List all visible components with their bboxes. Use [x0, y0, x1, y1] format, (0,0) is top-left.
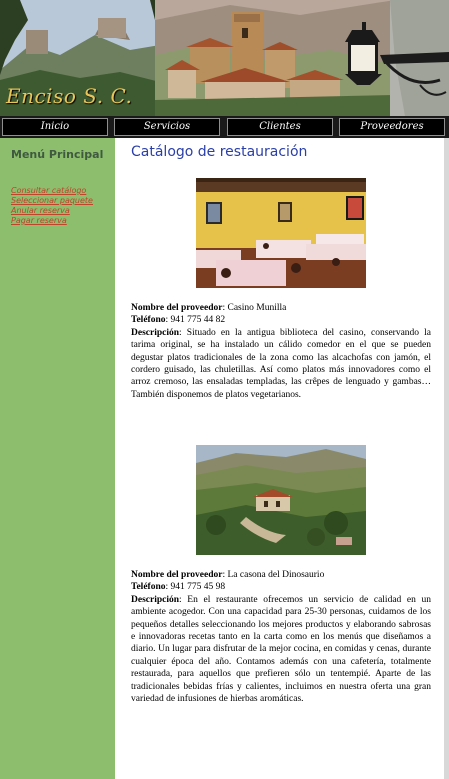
nav-item-proveedores[interactable]: Proveedores [339, 118, 445, 136]
provider-description: Situado en la antigua biblioteca del cas… [131, 327, 432, 400]
header-banner: Enciso S. C. [0, 0, 449, 116]
sidebar-link-pagar-reserva[interactable]: Pagar reserva [11, 216, 93, 226]
provider-phone: 941 775 44 82 [170, 315, 226, 326]
sidebar-link-seleccionar-paquete[interactable]: Seleccionar paquete [11, 196, 93, 206]
sidebar: Menú Principal Consultar catálogo Selecc… [0, 138, 115, 779]
catalog-entry: Nombre del proveedor: La casona del Dino… [131, 570, 431, 705]
restaurant-interior-photo [196, 178, 366, 288]
page-scrollbar[interactable] [444, 138, 449, 779]
page-title: Catálogo de restauración [131, 144, 308, 160]
nav-item-clientes[interactable]: Clientes [227, 118, 333, 136]
nav-item-inicio[interactable]: Inicio [2, 118, 108, 136]
sidebar-link-consultar-catalogo[interactable]: Consultar catálogo [11, 186, 93, 196]
sidebar-title: Menú Principal [11, 148, 104, 161]
catalog-entry: Nombre del proveedor: Casino Munilla Tel… [131, 303, 432, 400]
sidebar-menu: Consultar catálogo Seleccionar paquete A… [11, 186, 93, 226]
hillside-house-photo [196, 445, 366, 555]
phone-label: Teléfono [131, 582, 166, 593]
provider-description: En el restaurante ofrecemos un servicio … [131, 594, 431, 705]
phone-label: Teléfono [131, 315, 166, 326]
provider-phone: 941 775 45 98 [170, 582, 226, 593]
provider-label: Nombre del proveedor [131, 570, 223, 580]
brand-logo-text: Enciso S. C. [6, 84, 133, 108]
description-label: Descripción [131, 327, 180, 338]
sidebar-link-anular-reserva[interactable]: Anular reserva [11, 206, 93, 216]
description-label: Descripción [131, 594, 180, 605]
provider-name: La casona del Dinosaurio [227, 570, 325, 580]
nav-item-servicios[interactable]: Servicios [114, 118, 220, 136]
main-content: Catálogo de restauración Nombre del prov… [115, 138, 444, 779]
provider-label: Nombre del proveedor [131, 303, 223, 313]
main-nav: Inicio Servicios Clientes Proveedores [0, 116, 449, 138]
provider-name: Casino Munilla [227, 303, 287, 313]
